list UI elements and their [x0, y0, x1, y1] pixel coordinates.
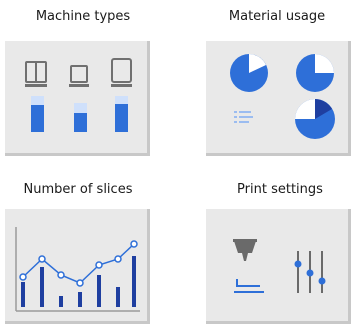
tile-label: Print settings — [237, 182, 323, 197]
tile-label: Material usage — [228, 9, 326, 24]
print-settings-icon — [206, 209, 351, 324]
material-usage-icon — [206, 41, 351, 156]
tile-label: Number of slices — [23, 182, 133, 197]
machine-types-icon — [5, 41, 150, 156]
slices-chart-icon — [5, 209, 150, 324]
tile-label: Machine types — [35, 9, 131, 24]
